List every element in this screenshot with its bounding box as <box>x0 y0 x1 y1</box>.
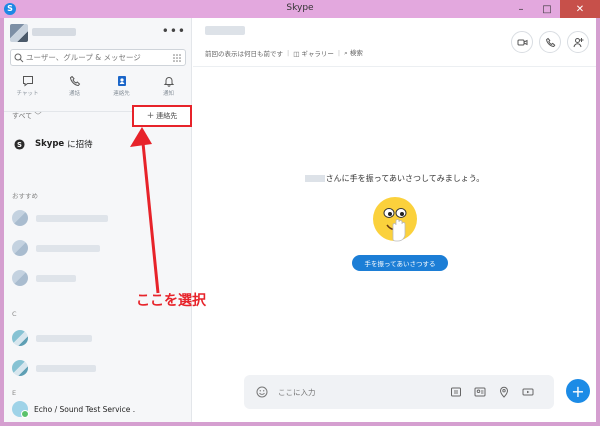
greeting-suffix: さんに手を振ってあいさつしてみましょう。 <box>325 174 485 183</box>
svg-text:S: S <box>17 140 22 148</box>
echo-contact-item[interactable]: Echo / Sound Test Service . <box>12 401 136 418</box>
section-e: E <box>12 389 17 397</box>
profile-name-blurred <box>32 28 76 36</box>
plus-icon: + <box>146 111 155 121</box>
location-icon[interactable] <box>498 386 510 398</box>
contact-avatar <box>12 330 28 346</box>
contact-name-blurred <box>36 275 76 282</box>
conversation-name-blurred <box>205 26 245 35</box>
title-bar: S Skype – □ ✕ <box>0 0 600 18</box>
gallery-link[interactable]: ◫ ギャラリー <box>293 48 334 58</box>
contacts-filter-dropdown[interactable]: すべて ﹀ <box>12 111 41 121</box>
contact-card-icon[interactable] <box>474 386 486 398</box>
invite-to-skype-item[interactable]: S Skype に招待 <box>14 138 93 150</box>
wave-greeting-text: さんに手を振ってあいさつしてみましょう。 <box>193 173 596 184</box>
echo-avatar <box>12 401 29 418</box>
contact-name-blurred <box>36 365 96 372</box>
bell-icon <box>163 77 174 87</box>
section-c: C <box>12 310 17 318</box>
last-seen-text: 前回の表示は何日も前です <box>205 49 283 58</box>
tab-calls-label: 通話 <box>68 91 80 97</box>
contact-name-blurred <box>36 215 108 222</box>
message-composer <box>244 375 554 409</box>
minimize-button[interactable]: – <box>508 0 534 18</box>
new-chat-button[interactable]: + <box>566 379 590 403</box>
message-input[interactable] <box>278 385 398 399</box>
avatar[interactable] <box>10 24 28 42</box>
video-icon <box>517 39 527 45</box>
emoticon-icon[interactable] <box>256 386 268 398</box>
phone-icon <box>69 75 80 87</box>
add-contact-label: 連絡先 <box>156 112 178 120</box>
contact-avatar <box>12 360 28 376</box>
phone-icon <box>545 37 555 47</box>
annotation-label: ここを選択 <box>136 293 206 309</box>
header-divider <box>193 66 596 67</box>
chat-icon <box>22 76 33 87</box>
contact-name-blurred <box>36 245 100 252</box>
tab-chat[interactable]: チャット <box>6 72 50 111</box>
list-item[interactable] <box>12 360 132 378</box>
conversation-subinfo: 前回の表示は何日も前です | ◫ ギャラリー | ⌕ 検索 <box>205 47 363 58</box>
invite-text: に招待 <box>67 140 93 150</box>
profile-area[interactable]: ••• <box>10 22 188 44</box>
search-label: 検索 <box>349 49 363 57</box>
conversation-search-link[interactable]: ⌕ 検索 <box>344 47 363 58</box>
video-message-icon[interactable] <box>522 386 534 398</box>
search-input[interactable] <box>26 51 166 64</box>
filter-label: すべて <box>12 112 33 120</box>
contact-avatar <box>12 240 28 256</box>
tab-calls[interactable]: 通話 <box>53 72 97 111</box>
search-box[interactable] <box>10 49 186 66</box>
annotation-arrow-icon <box>130 127 160 294</box>
maximize-button[interactable]: □ <box>534 0 560 18</box>
section-recommended: おすすめ <box>12 192 38 200</box>
tab-notifications-label: 通知 <box>162 91 174 97</box>
chevron-down-icon: ﹀ <box>34 112 42 120</box>
separator: | <box>287 48 290 57</box>
contact-avatar <box>12 270 28 286</box>
contacts-icon <box>117 76 126 86</box>
skype-icon: S <box>14 138 25 150</box>
file-share-icon[interactable] <box>450 386 462 398</box>
tab-contacts-label: 連絡先 <box>113 91 130 97</box>
contact-avatar <box>12 210 28 226</box>
list-item[interactable] <box>12 330 132 348</box>
audio-call-button[interactable] <box>539 31 561 53</box>
skype-window: ••• チャット 通話 連絡先 通知 <box>4 18 596 422</box>
more-options-icon[interactable]: ••• <box>162 24 186 38</box>
plus-icon: + <box>571 381 585 401</box>
skype-brand: Skype <box>35 139 65 149</box>
add-person-icon <box>573 37 583 47</box>
video-call-button[interactable] <box>511 31 533 53</box>
separator: | <box>337 48 341 57</box>
conversation-pane: 前回の表示は何日も前です | ◫ ギャラリー | ⌕ 検索 さんに手を振ってあい… <box>193 18 596 422</box>
contact-name-blurred <box>36 335 92 342</box>
window-controls: – □ ✕ <box>508 0 600 18</box>
dialpad-icon[interactable] <box>172 53 182 63</box>
wave-hello-button[interactable]: 手を振ってあいさつする <box>352 255 448 271</box>
gallery-label: ギャラリー <box>301 49 334 58</box>
close-button[interactable]: ✕ <box>560 0 600 18</box>
tab-chat-label: チャット <box>16 91 39 97</box>
contact-name-blurred <box>304 175 325 182</box>
waving-emoji-icon <box>373 197 417 242</box>
echo-contact-name: Echo / Sound Test Service . <box>34 404 136 414</box>
add-people-button[interactable] <box>567 31 589 53</box>
search-icon <box>14 53 24 63</box>
